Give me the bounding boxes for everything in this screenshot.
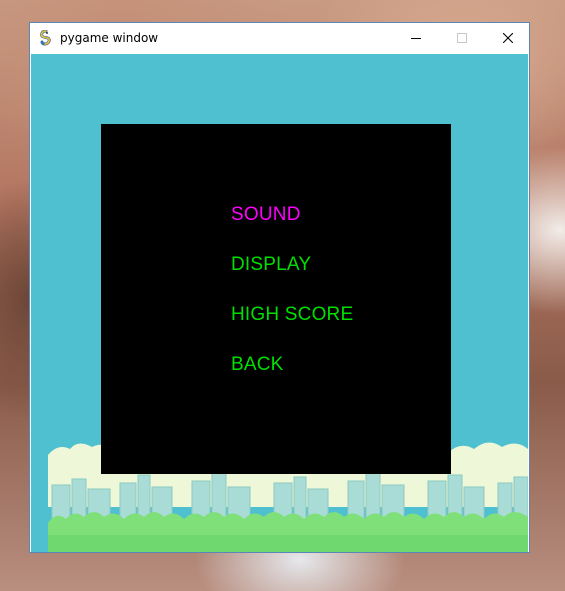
minimize-icon <box>411 38 421 39</box>
close-icon <box>503 33 513 43</box>
window-title: pygame window <box>60 31 159 45</box>
menu-item-back[interactable]: BACK <box>231 354 284 376</box>
title-bar[interactable]: pygame window <box>30 23 529 53</box>
close-button[interactable] <box>485 23 531 53</box>
menu-item-high-score[interactable]: HIGH SCORE <box>231 304 353 326</box>
menu-item-display[interactable]: DISPLAY <box>231 254 311 276</box>
maximize-button[interactable] <box>439 23 485 53</box>
pygame-snake-icon <box>40 30 51 46</box>
maximize-icon <box>457 33 467 43</box>
menu-item-sound[interactable]: SOUND <box>231 204 301 226</box>
minimize-button[interactable] <box>393 23 439 53</box>
menu-panel: SOUND DISPLAY HIGH SCORE BACK <box>101 124 451 474</box>
pygame-window: pygame window SOUND DISPLAY HIGH SCORE B… <box>29 22 530 553</box>
game-canvas[interactable]: SOUND DISPLAY HIGH SCORE BACK <box>31 54 528 552</box>
